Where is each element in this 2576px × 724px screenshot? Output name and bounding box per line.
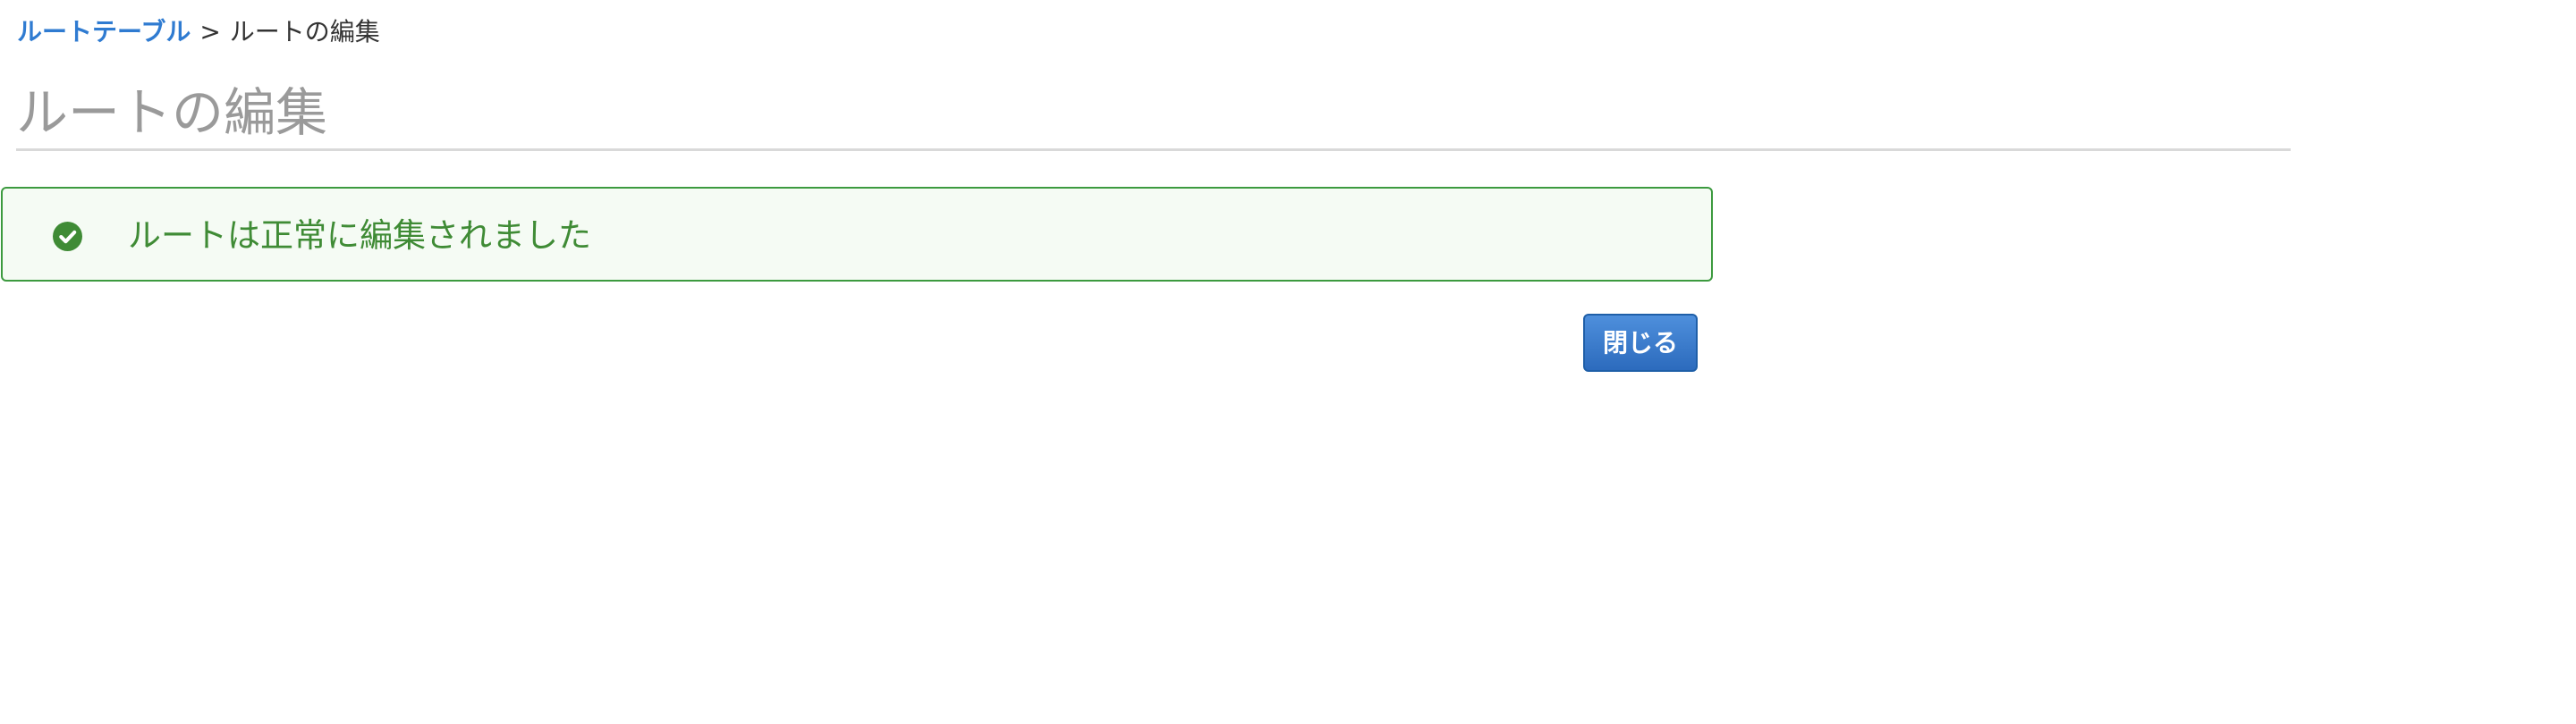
breadcrumb: ルートテーブル > ルートの編集 — [17, 16, 380, 48]
close-button[interactable]: 閉じる — [1583, 314, 1698, 372]
alert-message: ルートは正常に編集されました — [128, 216, 591, 255]
title-divider — [16, 148, 2291, 151]
success-alert: ルートは正常に編集されました — [1, 187, 1713, 282]
breadcrumb-link-route-tables[interactable]: ルートテーブル — [17, 17, 191, 46]
breadcrumb-current: ルートの編集 — [229, 17, 380, 46]
page-title: ルートの編集 — [16, 82, 328, 143]
check-circle-icon — [53, 222, 82, 251]
breadcrumb-separator: > — [199, 17, 221, 46]
